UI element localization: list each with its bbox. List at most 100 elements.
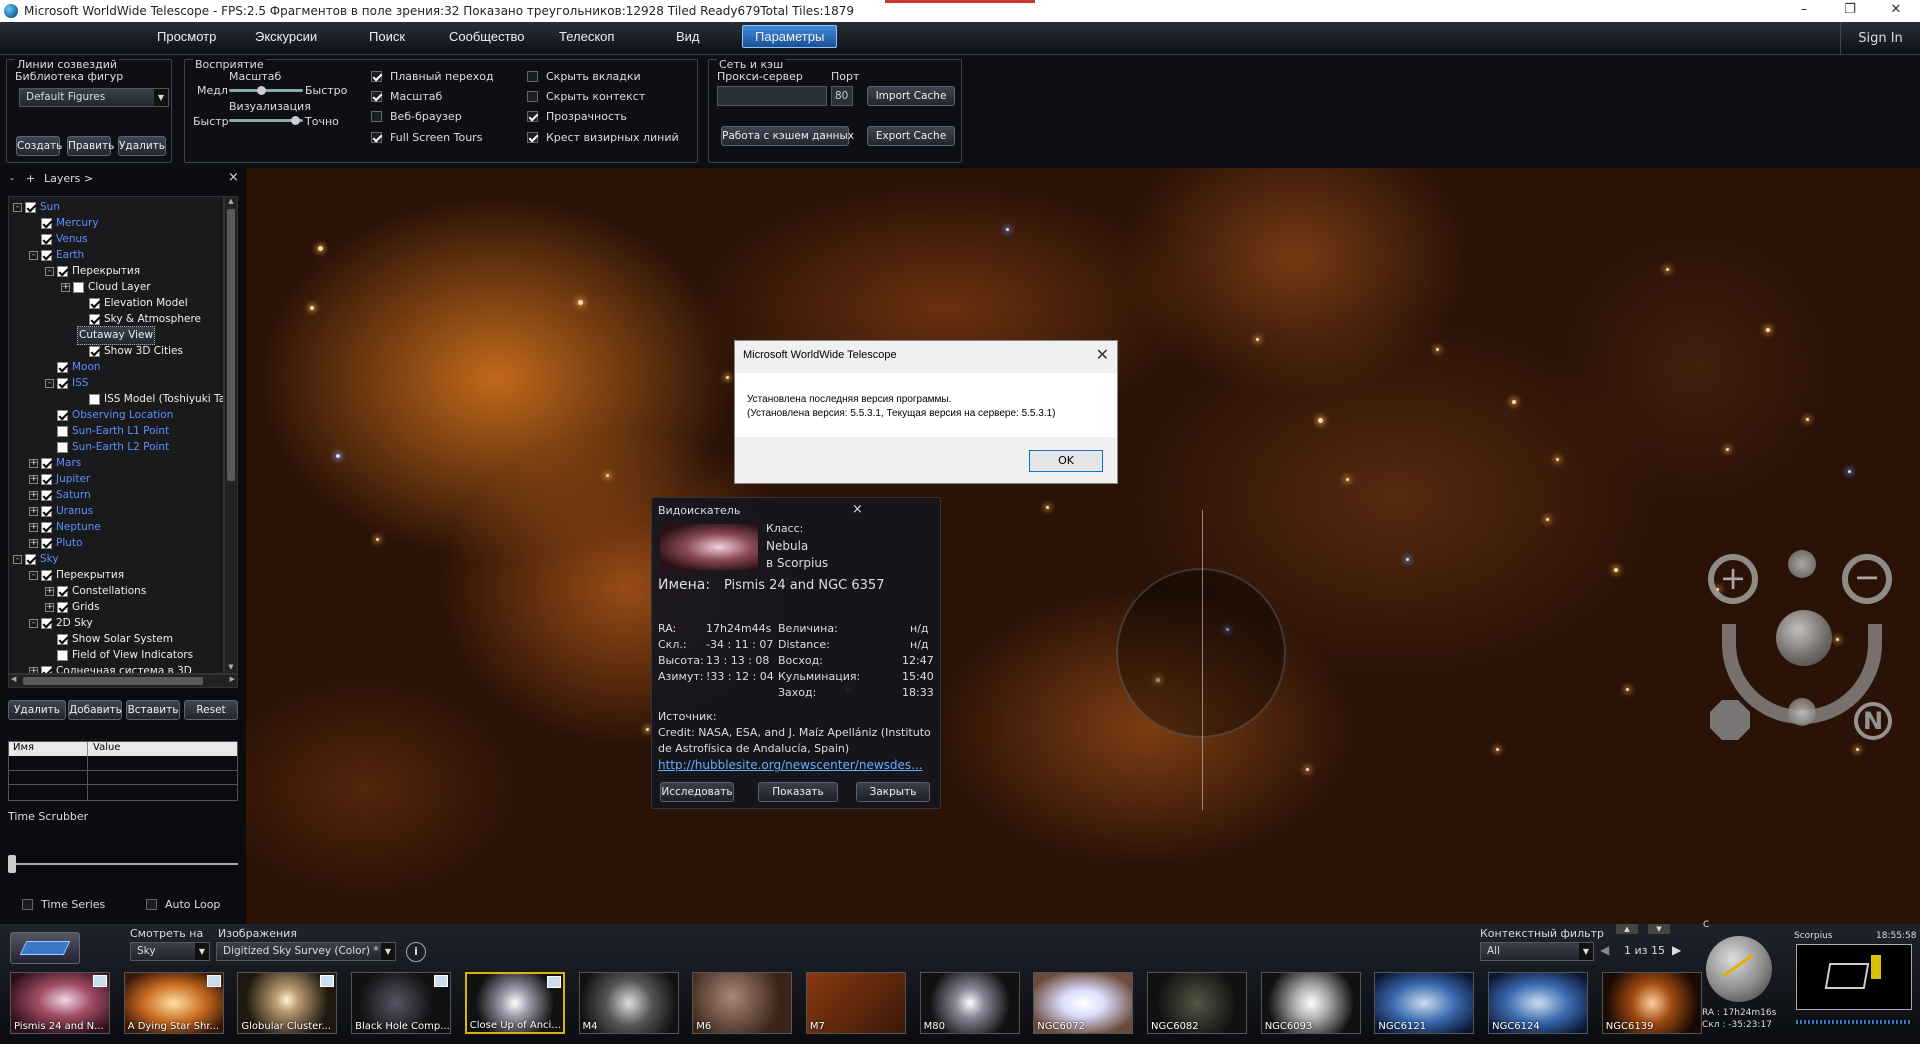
scroll-left-icon[interactable]: ◀ [11,675,16,683]
expand-icon[interactable]: + [26,172,35,185]
tree-item[interactable]: + Grids [45,599,100,615]
layer-checkbox[interactable] [57,441,68,453]
tree-item[interactable]: Sun-Earth L2 Point [45,439,169,455]
slider-knob[interactable] [291,116,300,125]
tree-item[interactable]: - Sky [13,551,59,567]
tilt-up-icon[interactable] [1788,550,1816,578]
cache-data-button[interactable]: Работа с кэшем данных [721,126,854,146]
tree-item[interactable]: + Constellations [45,583,146,599]
layer-checkbox[interactable] [41,489,52,501]
hide-tabs-checkbox[interactable]: Скрыть вкладки [527,70,641,83]
tree-horizontal-scrollbar[interactable]: ◀ ▶ [8,674,238,688]
scrollbar-thumb[interactable] [227,209,235,481]
menu-settings[interactable]: Параметры [742,25,838,48]
scroll-right-icon[interactable]: ▶ [230,675,235,683]
layer-checkbox[interactable] [89,297,100,309]
scale-slider[interactable] [229,86,303,95]
checkbox[interactable] [146,899,157,910]
layer-checkbox[interactable] [57,265,68,277]
full-screen-tours-checkbox[interactable]: Full Screen Tours [371,131,482,144]
layer-checkbox[interactable] [41,537,52,549]
tree-item[interactable]: - Перекрытия [29,567,124,583]
layer-checkbox[interactable] [41,217,52,229]
tree-item[interactable]: ISS Model (Toshiyuki Takaha [77,391,223,407]
tree-item[interactable]: Show Solar System [45,631,173,647]
tree-item[interactable]: + Saturn [29,487,91,503]
layer-checkbox[interactable] [41,505,52,517]
source-link[interactable]: http://hubblesite.org/newscenter/newsdes… [658,758,923,772]
zoom-out-icon[interactable]: − [1842,554,1892,604]
tree-item[interactable]: Moon [45,359,101,375]
thumbnail-item[interactable]: Globular Cluster... [237,972,338,1034]
tree-item[interactable]: + Uranus [29,503,93,519]
thumbnail-item[interactable]: NGC6139 [1601,972,1702,1034]
checkbox[interactable] [371,111,382,122]
checkbox[interactable] [527,91,538,102]
layer-checkbox[interactable] [41,521,52,533]
stop-octagon-icon[interactable] [1710,700,1750,740]
layer-checkbox[interactable] [57,425,68,437]
scroll-up-icon[interactable]: ▲ [226,197,236,207]
tree-item[interactable]: + Jupiter [29,471,90,487]
sky-view[interactable]: + + − N [246,168,1920,924]
tree-item[interactable]: - Earth [29,247,84,263]
layer-checkbox[interactable] [41,457,52,469]
layer-checkbox[interactable] [57,585,68,597]
thumbnail-item[interactable]: Close Up of Anci... [464,972,565,1034]
menu-view[interactable]: Просмотр [157,29,216,44]
expand-node-icon[interactable]: + [29,538,38,548]
create-button[interactable]: Создать [16,136,62,156]
expand-node-icon[interactable]: + [29,506,38,516]
smooth-transition-checkbox[interactable]: Плавный переход [371,70,494,83]
tree-vertical-scrollbar[interactable]: ▲ ▼ [224,196,238,674]
thumbnail-item[interactable]: M80 [919,972,1020,1034]
slider-knob[interactable] [257,86,266,95]
tilt-down-icon[interactable] [1788,698,1816,726]
tree-item[interactable]: - Sun [13,199,60,215]
finder-close-button[interactable]: Закрыть [856,782,930,802]
tree-item[interactable]: - Перекрытия [45,263,140,279]
close-icon[interactable]: × [228,170,239,185]
layer-checkbox[interactable] [89,393,100,405]
menu-telescope[interactable]: Телескоп [559,29,614,44]
edit-button[interactable]: Править [67,136,114,156]
thumbnail-item[interactable]: M6 [692,972,793,1034]
layer-delete-button[interactable]: Удалить [8,700,66,720]
checkbox[interactable] [371,91,382,102]
layer-tree[interactable]: - Sun Mercury Venus - Earth - Перекрытия + Cloud … [8,196,224,674]
dome-view-icon[interactable] [10,932,80,964]
tree-item[interactable]: + Mars [29,455,81,471]
layer-checkbox[interactable] [41,233,52,245]
breadcrumb-arrow-icon[interactable]: > [84,172,93,185]
expand-node-icon[interactable]: + [45,602,54,612]
checkbox[interactable] [527,111,538,122]
prev-page-icon[interactable]: ◀ [1600,943,1609,957]
constellation-preview[interactable] [1796,944,1912,1010]
time-series-checkbox[interactable]: Time Series [22,898,105,911]
layer-checkbox[interactable] [25,201,36,213]
north-reset-icon[interactable]: N [1854,702,1892,740]
show-button[interactable]: Показать [758,782,838,802]
scrollbar-thumb[interactable] [23,677,203,685]
checkbox[interactable] [22,899,33,910]
tree-item[interactable]: - 2D Sky [29,615,93,631]
figure-library-select[interactable]: Default Figures ▼ [19,88,169,107]
info-icon[interactable]: i [406,942,426,962]
layer-checkbox[interactable] [57,409,68,421]
menu-search[interactable]: Поиск [369,29,405,44]
layer-reset-button[interactable]: Reset [184,700,238,720]
maximize-button[interactable]: ❐ [1830,0,1870,22]
look-at-select[interactable]: Sky ▼ [130,942,210,961]
tree-item[interactable]: Cutaway View [77,325,156,345]
layer-paste-button[interactable]: Вставить [126,700,180,720]
collapse-node-icon[interactable]: - [45,378,54,388]
menu-view2[interactable]: Вид [676,29,700,44]
layer-checkbox[interactable] [57,633,68,645]
thumbnail-item[interactable]: Pismis 24 and N... [10,972,110,1034]
collapse-node-icon[interactable]: - [45,266,54,276]
imagery-select[interactable]: Digitized Sky Survey (Color) * ▼ [216,942,396,961]
expand-node-icon[interactable]: + [29,522,38,532]
scroll-down-icon[interactable]: ▼ [226,663,236,673]
proxy-server-input[interactable] [717,86,827,106]
expand-node-icon[interactable]: + [29,474,38,484]
